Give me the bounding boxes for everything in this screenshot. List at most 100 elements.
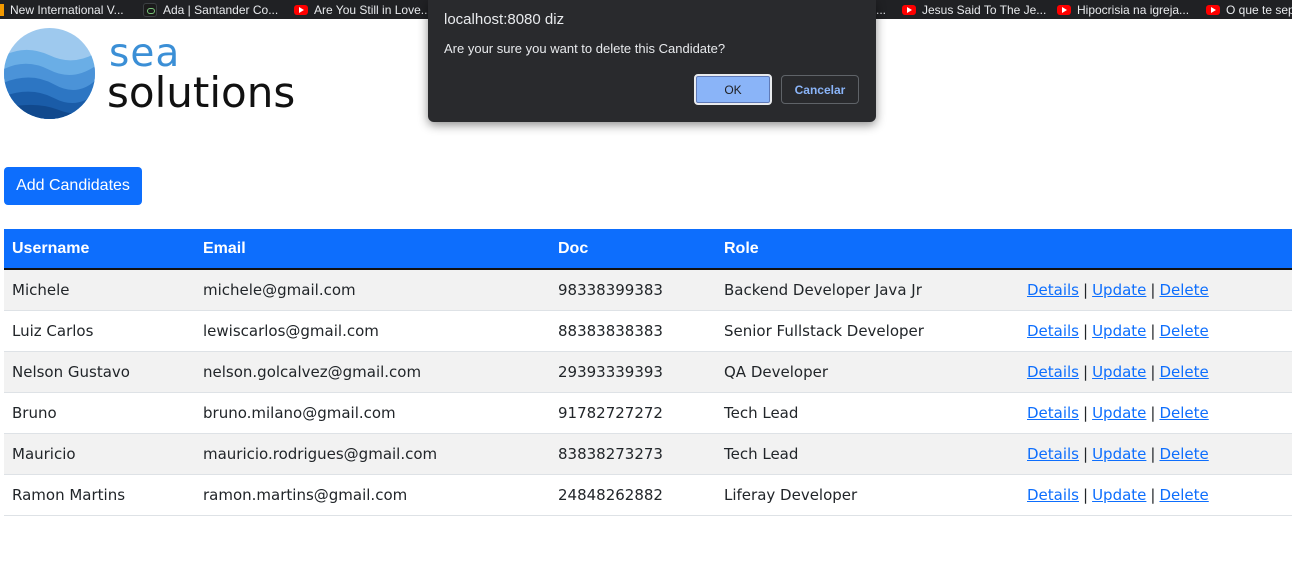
action-separator: | [1150,485,1156,504]
bookmark-orange-icon [0,3,4,16]
delete-link[interactable]: Delete [1159,363,1208,381]
action-separator: | [1150,362,1156,381]
cell-role: Senior Fullstack Developer [716,310,1019,352]
action-separator: | [1150,403,1156,422]
cell-email: nelson.golcalvez@gmail.com [195,351,550,393]
cell-doc: 88383838383 [550,310,716,352]
youtube-icon [902,4,916,15]
table-row: Michele michele@gmail.com 98338399383 Backe… [4,269,1292,311]
row-actions: Details | Update | Delete [1019,351,1292,393]
update-link[interactable]: Update [1092,404,1146,422]
update-link[interactable]: Update [1092,322,1146,340]
site-logo: sea solutions [4,28,314,124]
delete-link[interactable]: Delete [1159,445,1208,463]
details-link[interactable]: Details [1027,404,1079,422]
action-separator: | [1083,280,1089,299]
row-actions: Details | Update | Delete [1019,433,1292,475]
row-actions: Details | Update | Delete [1019,474,1292,516]
add-candidates-button[interactable]: Add Candidates [4,167,142,205]
cell-email: ramon.martins@gmail.com [195,474,550,516]
cell-doc: 91782727272 [550,392,716,434]
cell-username: Michele [4,269,195,311]
dialog-title: localhost:8080 diz [444,11,565,28]
cell-username: Luiz Carlos [4,310,195,352]
waves-logo-icon [4,28,95,119]
bookmark-item[interactable]: Ada | Santander Co... [143,0,278,19]
table-row: Luiz Carlos lewiscarlos@gmail.com 88383838… [4,310,1292,352]
update-link[interactable]: Update [1092,363,1146,381]
bookmark-item[interactable]: Hipocrisia na igreja... [1057,0,1189,19]
confirm-dialog: localhost:8080 diz Are your sure you wan… [428,0,876,122]
candidates-table: Username Email Doc Role Michele michele@g… [4,229,1292,516]
action-separator: | [1083,321,1089,340]
bookmark-label: Are You Still in Love... [314,2,431,17]
table-row: Ramon Martins ramon.martins@gmail.com 2484… [4,474,1292,516]
youtube-icon [294,4,308,15]
cell-doc: 98338399383 [550,269,716,311]
action-separator: | [1083,485,1089,504]
header-username: Username [4,229,195,270]
details-link[interactable]: Details [1027,322,1079,340]
action-separator: | [1083,444,1089,463]
header-role: Role [716,229,1019,270]
bookmark-item[interactable]: ... [876,0,886,19]
bookmark-item[interactable]: Jesus Said To The Je... [902,0,1046,19]
action-separator: | [1083,362,1089,381]
update-link[interactable]: Update [1092,445,1146,463]
row-actions: Details | Update | Delete [1019,269,1292,311]
action-separator: | [1083,403,1089,422]
cell-doc: 83838273273 [550,433,716,475]
table-row: Bruno bruno.milano@gmail.com 91782727272 Te… [4,392,1292,434]
cell-email: mauricio.rodrigues@gmail.com [195,433,550,475]
header-email: Email [195,229,550,270]
bookmark-label: ... [876,2,887,17]
logo-text-solutions: solutions [107,68,296,117]
cell-role: Liferay Developer [716,474,1019,516]
cancel-button[interactable]: Cancelar [781,75,859,104]
row-actions: Details | Update | Delete [1019,392,1292,434]
update-link[interactable]: Update [1092,486,1146,504]
details-link[interactable]: Details [1027,445,1079,463]
cell-username: Ramon Martins [4,474,195,516]
delete-link[interactable]: Delete [1159,322,1208,340]
cell-role: Backend Developer Java Jr [716,269,1019,311]
action-separator: | [1150,280,1156,299]
bookmark-label: O que te sep [1226,2,1292,17]
bookmark-item[interactable]: Are You Still in Love... [294,0,431,19]
bookmark-label: Ada | Santander Co... [163,2,279,17]
cell-email: michele@gmail.com [195,269,550,311]
ada-icon [143,2,157,17]
header-doc: Doc [550,229,716,270]
table-header-row: Username Email Doc Role [4,229,1292,270]
cell-username: Nelson Gustavo [4,351,195,393]
bookmark-label: Jesus Said To The Je... [922,2,1047,17]
details-link[interactable]: Details [1027,486,1079,504]
bookmark-label: New International V... [10,2,124,17]
cell-role: Tech Lead [716,392,1019,434]
cell-email: bruno.milano@gmail.com [195,392,550,434]
dialog-message: Are your sure you want to delete this Ca… [444,41,726,56]
cell-username: Bruno [4,392,195,434]
bookmark-label: Hipocrisia na igreja... [1077,2,1190,17]
row-actions: Details | Update | Delete [1019,310,1292,352]
cell-role: Tech Lead [716,433,1019,475]
header-actions [1019,229,1292,270]
action-separator: | [1150,444,1156,463]
youtube-icon [1057,4,1071,15]
ok-button[interactable]: OK [694,74,772,105]
cell-doc: 24848262882 [550,474,716,516]
cell-username: Mauricio [4,433,195,475]
update-link[interactable]: Update [1092,281,1146,299]
table-row: Mauricio mauricio.rodrigues@gmail.com 8383… [4,433,1292,475]
details-link[interactable]: Details [1027,363,1079,381]
youtube-icon [1206,4,1220,15]
details-link[interactable]: Details [1027,281,1079,299]
delete-link[interactable]: Delete [1159,404,1208,422]
bookmark-item[interactable]: O que te sep [1206,0,1292,19]
table-row: Nelson Gustavo nelson.golcalvez@gmail.com… [4,351,1292,393]
action-separator: | [1150,321,1156,340]
bookmark-item[interactable]: New International V... [0,0,124,19]
cell-doc: 29393339393 [550,351,716,393]
delete-link[interactable]: Delete [1159,281,1208,299]
delete-link[interactable]: Delete [1159,486,1208,504]
